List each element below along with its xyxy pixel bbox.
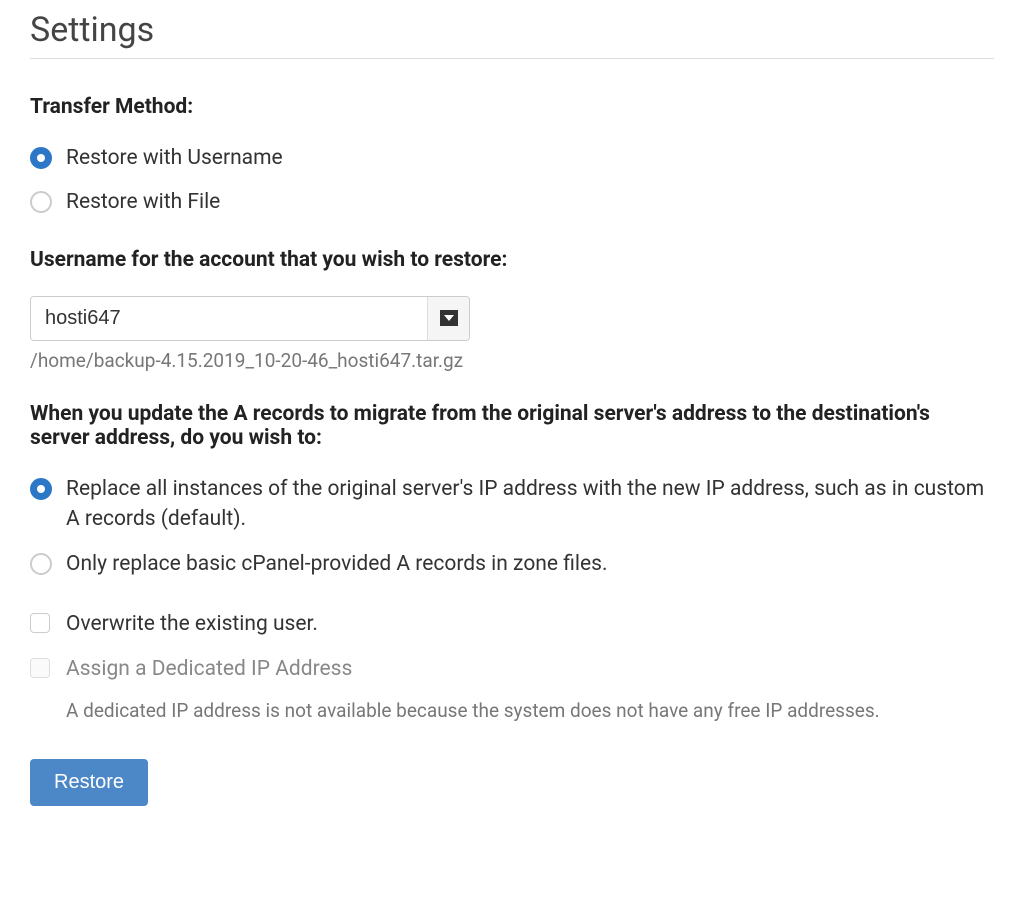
checkbox-dedicated-ip: Assign a Dedicated IP Address bbox=[30, 654, 994, 684]
radio-replace-all[interactable]: Replace all instances of the original se… bbox=[30, 474, 994, 535]
transfer-method-label: Transfer Method: bbox=[30, 95, 994, 119]
radio-icon bbox=[30, 191, 52, 213]
arecords-label: When you update the A records to migrate… bbox=[30, 402, 994, 450]
username-label: Username for the account that you wish t… bbox=[30, 248, 994, 272]
arecords-group: Replace all instances of the original se… bbox=[30, 474, 994, 579]
radio-icon bbox=[30, 147, 52, 169]
backup-path: /home/backup-4.15.2019_10-20-46_hosti647… bbox=[30, 349, 994, 372]
checkbox-label-dedicated-ip: Assign a Dedicated IP Address bbox=[66, 654, 994, 684]
radio-label-replace-basic: Only replace basic cPanel-provided A rec… bbox=[66, 549, 994, 579]
radio-restore-file[interactable]: Restore with File bbox=[30, 187, 994, 217]
checkbox-icon bbox=[30, 658, 50, 678]
radio-icon bbox=[30, 553, 52, 575]
radio-label-file: Restore with File bbox=[66, 187, 994, 217]
checkbox-label-overwrite: Overwrite the existing user. bbox=[66, 609, 994, 639]
username-combo bbox=[30, 296, 470, 341]
transfer-method-group: Restore with Username Restore with File bbox=[30, 143, 994, 218]
restore-button[interactable]: Restore bbox=[30, 759, 148, 806]
radio-replace-basic[interactable]: Only replace basic cPanel-provided A rec… bbox=[30, 549, 994, 579]
checkbox-icon bbox=[30, 613, 50, 633]
username-dropdown-button[interactable] bbox=[427, 297, 469, 340]
dedicated-ip-help: A dedicated IP address is not available … bbox=[30, 698, 994, 725]
radio-label-replace-all: Replace all instances of the original se… bbox=[66, 474, 994, 535]
page-title: Settings bbox=[30, 10, 994, 59]
radio-restore-username[interactable]: Restore with Username bbox=[30, 143, 994, 173]
radio-icon bbox=[30, 478, 52, 500]
checkbox-overwrite-user[interactable]: Overwrite the existing user. bbox=[30, 609, 994, 639]
chevron-down-icon bbox=[440, 310, 458, 326]
radio-label-username: Restore with Username bbox=[66, 143, 994, 173]
username-input[interactable] bbox=[31, 297, 427, 340]
